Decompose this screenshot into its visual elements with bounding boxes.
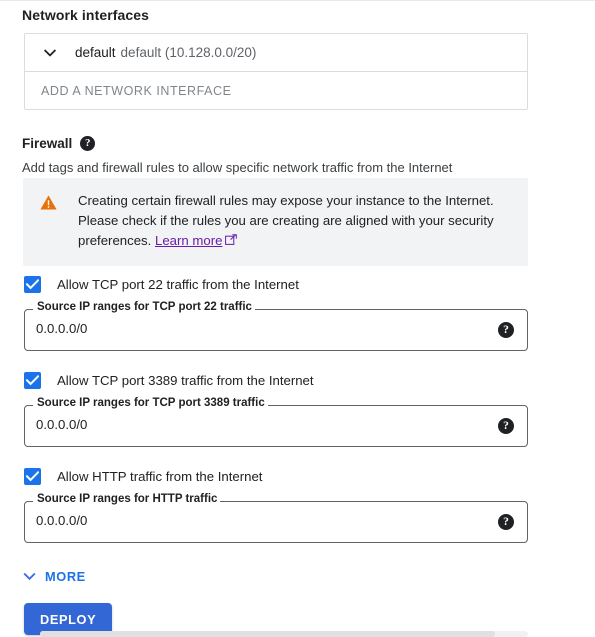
chevron-down-icon[interactable] bbox=[39, 42, 61, 64]
source-ip-http-input[interactable] bbox=[36, 513, 476, 528]
top-divider bbox=[0, 0, 595, 1]
source-ip-tcp-3389-field[interactable]: Source IP ranges for TCP port 3389 traff… bbox=[24, 397, 528, 447]
firewall-warning-text: Creating certain firewall rules may expo… bbox=[78, 191, 512, 252]
firewall-rule-http: Allow HTTP traffic from the Internet Sou… bbox=[0, 465, 595, 543]
firewall-title: Firewall bbox=[22, 136, 73, 151]
chevron-down-icon bbox=[22, 569, 37, 584]
source-ip-tcp-3389-label: Source IP ranges for TCP port 3389 traff… bbox=[34, 397, 268, 409]
more-toggle[interactable]: MORE bbox=[22, 569, 86, 584]
allow-http-label: Allow HTTP traffic from the Internet bbox=[57, 468, 263, 484]
network-interfaces-title: Network interfaces bbox=[22, 7, 150, 23]
source-ip-http-label: Source IP ranges for HTTP traffic bbox=[34, 493, 221, 505]
source-ip-tcp-22-field[interactable]: Source IP ranges for TCP port 22 traffic… bbox=[24, 301, 528, 351]
learn-more-link[interactable]: Learn more bbox=[155, 233, 222, 248]
source-ip-tcp-3389-input[interactable] bbox=[36, 417, 476, 432]
add-network-interface-button[interactable]: ADD A NETWORK INTERFACE bbox=[25, 72, 527, 109]
help-circle-icon[interactable]: ? bbox=[498, 322, 514, 338]
more-label: MORE bbox=[45, 569, 86, 584]
allow-http-row[interactable]: Allow HTTP traffic from the Internet bbox=[0, 465, 595, 487]
source-ip-tcp-22-input[interactable] bbox=[36, 321, 476, 336]
allow-tcp-22-row[interactable]: Allow TCP port 22 traffic from the Inter… bbox=[0, 273, 595, 295]
network-interface-name: default bbox=[75, 45, 116, 60]
firewall-rule-tcp-3389: Allow TCP port 3389 traffic from the Int… bbox=[0, 369, 595, 447]
source-ip-http-field[interactable]: Source IP ranges for HTTP traffic ? bbox=[24, 493, 528, 543]
help-circle-icon[interactable]: ? bbox=[498, 514, 514, 530]
firewall-warning-message: Creating certain firewall rules may expo… bbox=[78, 193, 494, 248]
firewall-description: Add tags and firewall rules to allow spe… bbox=[22, 160, 453, 175]
allow-tcp-3389-label: Allow TCP port 3389 traffic from the Int… bbox=[57, 372, 314, 388]
network-interfaces-card: default default (10.128.0.0/20) ADD A NE… bbox=[24, 33, 528, 110]
allow-http-checkbox[interactable] bbox=[24, 467, 41, 485]
allow-tcp-22-checkbox[interactable] bbox=[24, 275, 41, 293]
allow-tcp-3389-row[interactable]: Allow TCP port 3389 traffic from the Int… bbox=[0, 369, 595, 391]
horizontal-scrollbar-thumb[interactable] bbox=[40, 631, 495, 637]
source-ip-tcp-22-label: Source IP ranges for TCP port 22 traffic bbox=[34, 301, 255, 313]
horizontal-scrollbar[interactable] bbox=[40, 631, 528, 637]
help-circle-icon[interactable]: ? bbox=[498, 418, 514, 434]
allow-tcp-3389-checkbox[interactable] bbox=[24, 371, 41, 389]
network-interface-details: default (10.128.0.0/20) bbox=[120, 45, 257, 60]
external-link-icon[interactable] bbox=[225, 232, 238, 252]
firewall-warning-banner: Creating certain firewall rules may expo… bbox=[23, 178, 528, 266]
network-interface-row[interactable]: default default (10.128.0.0/20) bbox=[25, 34, 527, 72]
firewall-header: Firewall ? bbox=[22, 136, 96, 151]
firewall-settings-panel: Network interfaces default default (10.1… bbox=[0, 0, 595, 637]
allow-tcp-22-label: Allow TCP port 22 traffic from the Inter… bbox=[57, 276, 299, 292]
firewall-rule-tcp-22: Allow TCP port 22 traffic from the Inter… bbox=[0, 273, 595, 351]
help-circle-icon[interactable]: ? bbox=[80, 136, 96, 151]
warning-triangle-icon bbox=[40, 191, 62, 252]
